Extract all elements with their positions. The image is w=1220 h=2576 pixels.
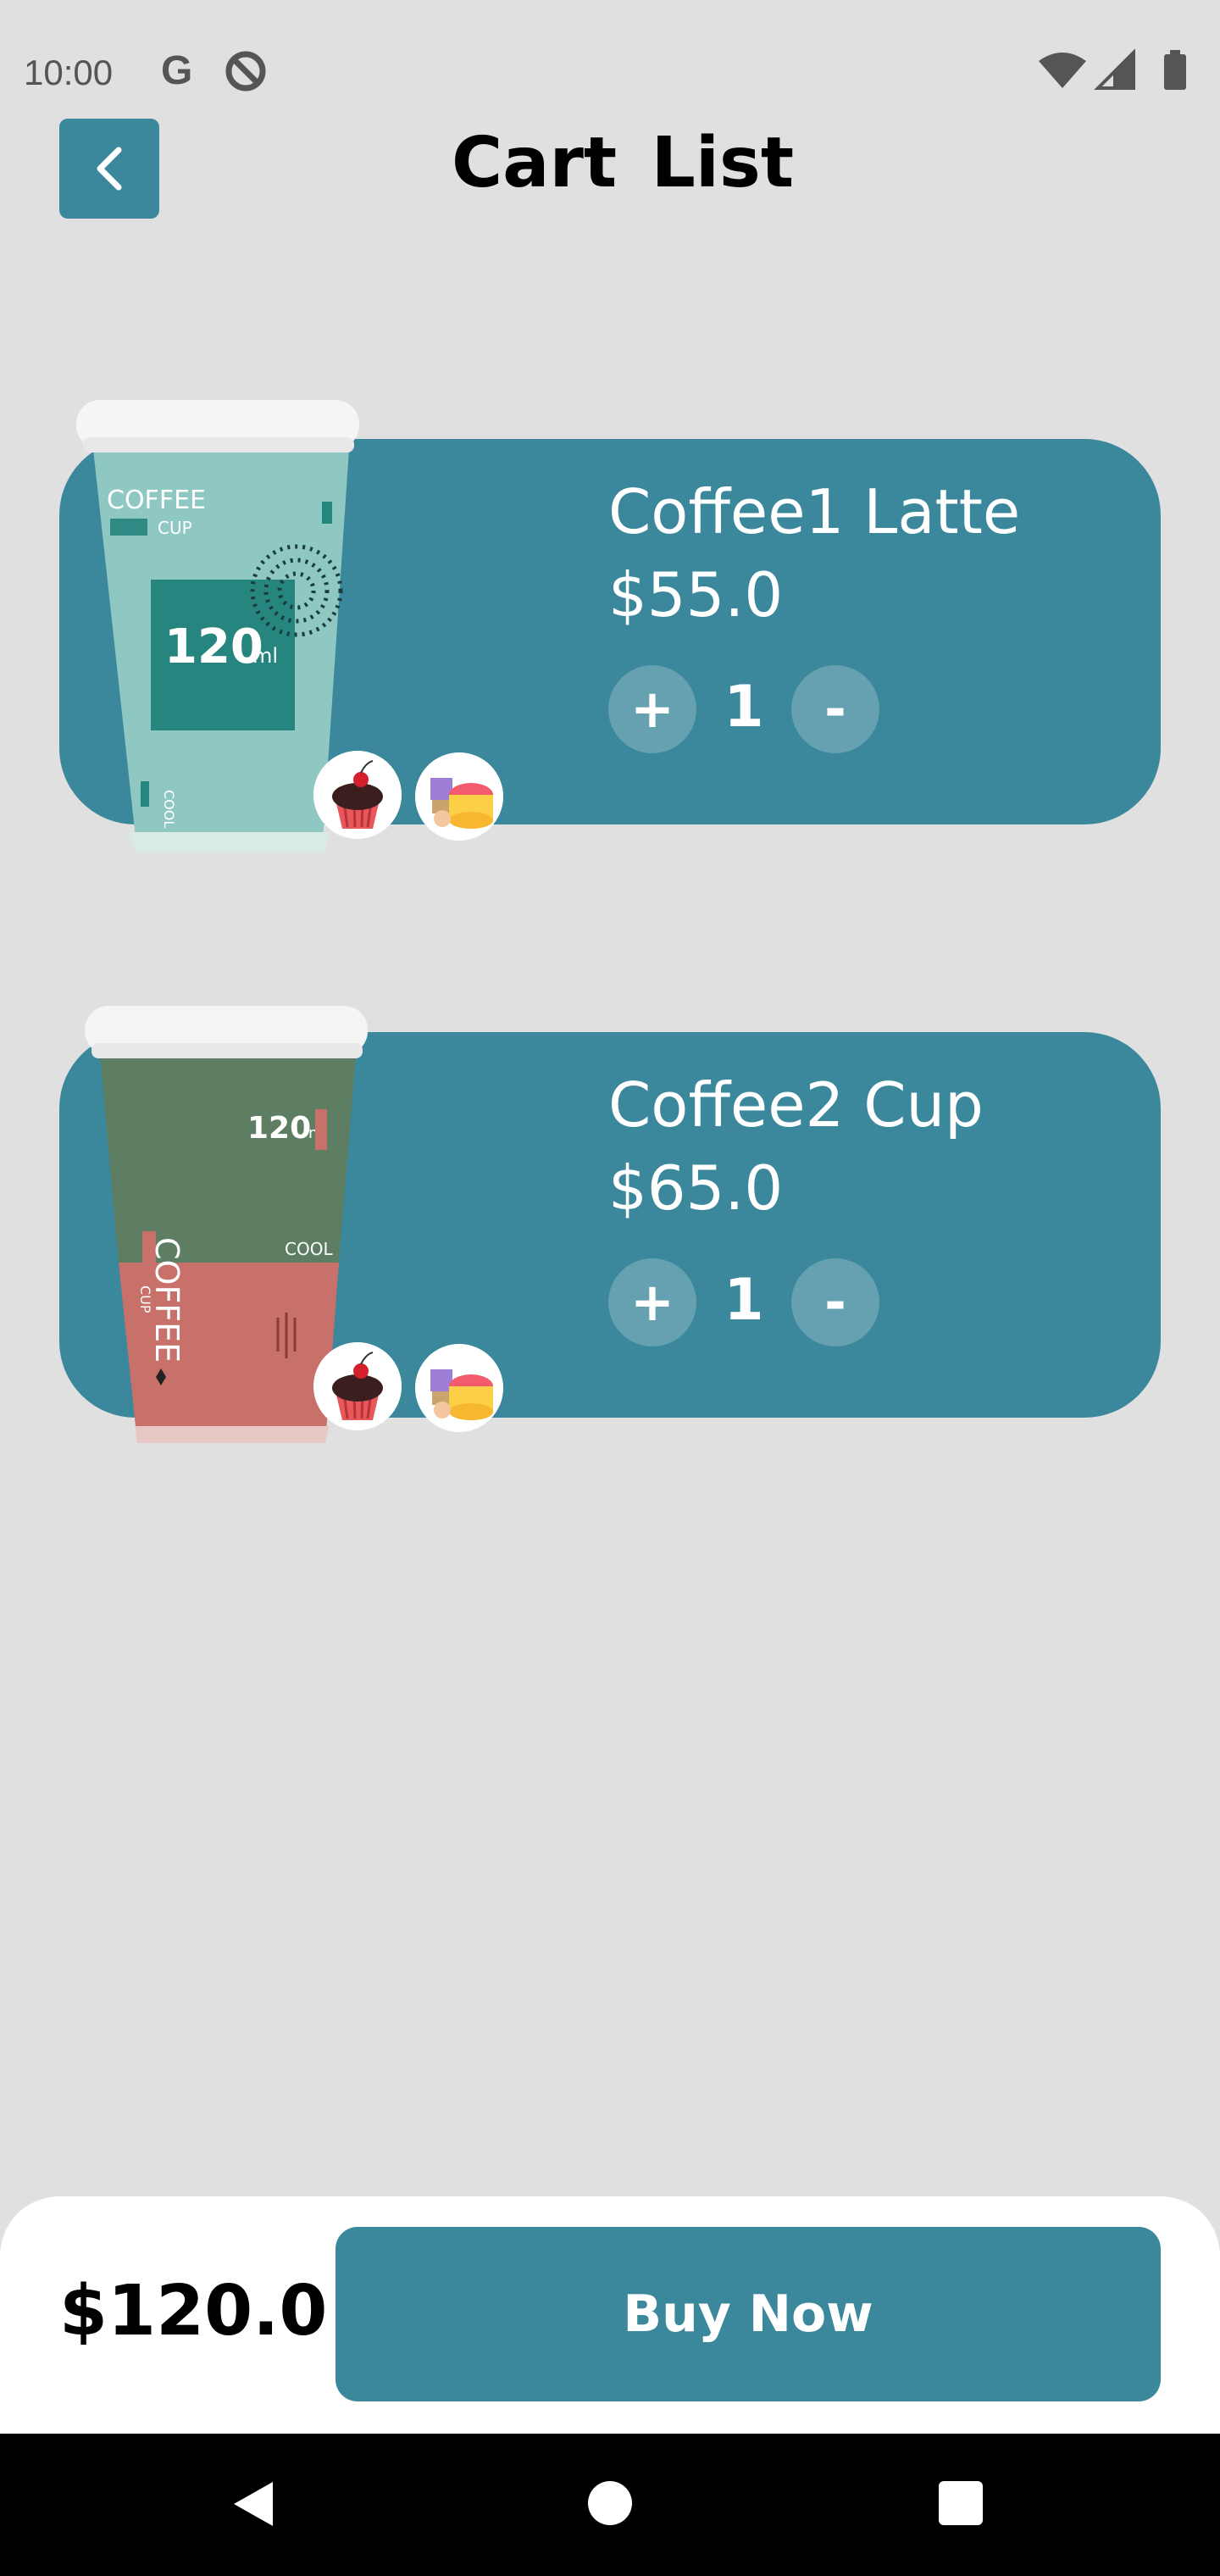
wifi-icon: [1039, 53, 1086, 88]
cupcake-icon: [313, 751, 402, 839]
quantity-value: 1: [724, 674, 764, 741]
item-price: $55.0: [608, 559, 784, 630]
cup-side-text: COOL: [161, 790, 177, 828]
item-name: Coffee2 Cup: [608, 1069, 984, 1141]
cakes-icon: [415, 752, 503, 841]
item-name: Coffee1 Latte: [608, 476, 1021, 547]
nav-recent-icon[interactable]: [939, 2481, 983, 2525]
cup-sub-text: CUP: [158, 518, 192, 538]
decrease-quantity-button[interactable]: -: [791, 1258, 879, 1346]
google-icon: G: [161, 48, 193, 93]
decrease-quantity-button[interactable]: -: [791, 665, 879, 753]
increase-quantity-button[interactable]: +: [608, 1258, 696, 1346]
page-title: Cart List: [451, 123, 795, 203]
cup-brand-text: COFFEE: [107, 486, 206, 515]
cupcake-icon: [313, 1342, 402, 1430]
total-price: $120.0: [59, 2271, 328, 2351]
do-not-disturb-icon: [225, 51, 266, 92]
cup-volume-text: 120: [164, 619, 263, 675]
quantity-value: 1: [724, 1267, 764, 1334]
cup-volume-text: 120: [247, 1111, 311, 1146]
battery-icon: [1164, 54, 1186, 90]
cup-side-text: COOL: [285, 1239, 333, 1259]
increase-quantity-button[interactable]: +: [608, 665, 696, 753]
cup-unit-text: ml: [252, 644, 278, 668]
status-icons: [1039, 49, 1186, 90]
buy-now-button[interactable]: Buy Now: [336, 2227, 1161, 2401]
status-time: 10:00: [24, 53, 114, 92]
cakes-icon: [415, 1344, 503, 1432]
nav-home-icon[interactable]: [588, 2481, 632, 2525]
nav-back-icon[interactable]: [230, 2479, 278, 2529]
item-price: $65.0: [608, 1152, 784, 1224]
cup-sub-text: CUP: [137, 1285, 153, 1313]
